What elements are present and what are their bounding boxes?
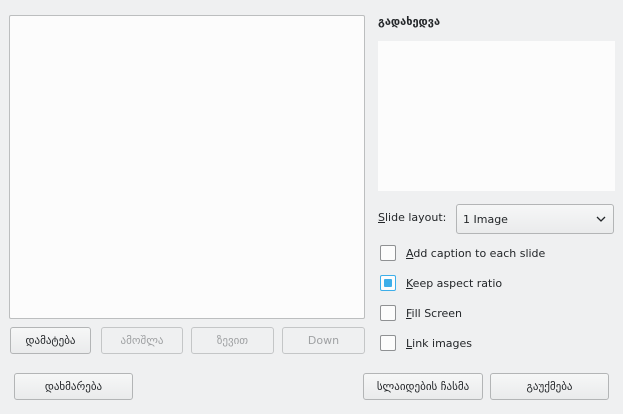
link-images-checkbox[interactable] (380, 335, 396, 351)
preview-title: გადახედვა (378, 15, 441, 28)
link-images-label-text: ink images (412, 336, 473, 350)
keep-aspect-option[interactable]: Keep aspect ratio (380, 275, 502, 291)
keep-aspect-mnemonic: K (406, 276, 413, 290)
add-caption-checkbox[interactable] (380, 245, 396, 261)
fill-screen-label: Fill Screen (406, 307, 462, 320)
fill-screen-checkbox[interactable] (380, 305, 396, 321)
slide-layout-label: Slide layout: (378, 211, 446, 224)
link-images-label: Link images (406, 337, 472, 350)
cancel-button-label: გაუქმება (526, 380, 573, 393)
add-button-label: დამატება (25, 334, 76, 347)
insert-slides-button-label: სლაიდების ჩასმა (376, 380, 470, 393)
add-caption-label-text: dd caption to each slide (413, 246, 546, 260)
move-down-button[interactable]: Down (282, 327, 365, 354)
help-button[interactable]: დახმარება (14, 373, 133, 400)
add-button[interactable]: დამატება (10, 327, 91, 354)
remove-button[interactable]: ამოშლა (101, 327, 183, 354)
image-list[interactable] (9, 15, 365, 319)
keep-aspect-checkbox[interactable] (380, 275, 396, 291)
slide-layout-select[interactable]: 1 Image (456, 204, 614, 234)
link-images-option[interactable]: Link images (380, 335, 472, 351)
insert-slides-button[interactable]: სლაიდების ჩასმა (363, 373, 483, 400)
keep-aspect-label-text: eep aspect ratio (412, 276, 503, 290)
help-button-label: დახმარება (44, 380, 103, 393)
move-down-button-label: Down (307, 334, 340, 347)
add-caption-label: Add caption to each slide (406, 247, 545, 260)
slide-layout-mnemonic: S (378, 211, 385, 224)
slide-layout-value: 1 Image (463, 212, 508, 226)
remove-button-label: ამოშლა (120, 334, 164, 347)
chevron-down-icon (596, 216, 606, 222)
preview-area (378, 41, 615, 191)
fill-screen-label-text: ill Screen (411, 306, 463, 320)
move-up-button[interactable]: ზევით (191, 327, 274, 354)
add-caption-option[interactable]: Add caption to each slide (380, 245, 545, 261)
keep-aspect-label: Keep aspect ratio (406, 277, 502, 290)
fill-screen-option[interactable]: Fill Screen (380, 305, 462, 321)
cancel-button[interactable]: გაუქმება (490, 373, 609, 400)
slide-layout-label-text: lide layout: (384, 211, 447, 224)
move-up-button-label: ზევით (216, 334, 249, 347)
